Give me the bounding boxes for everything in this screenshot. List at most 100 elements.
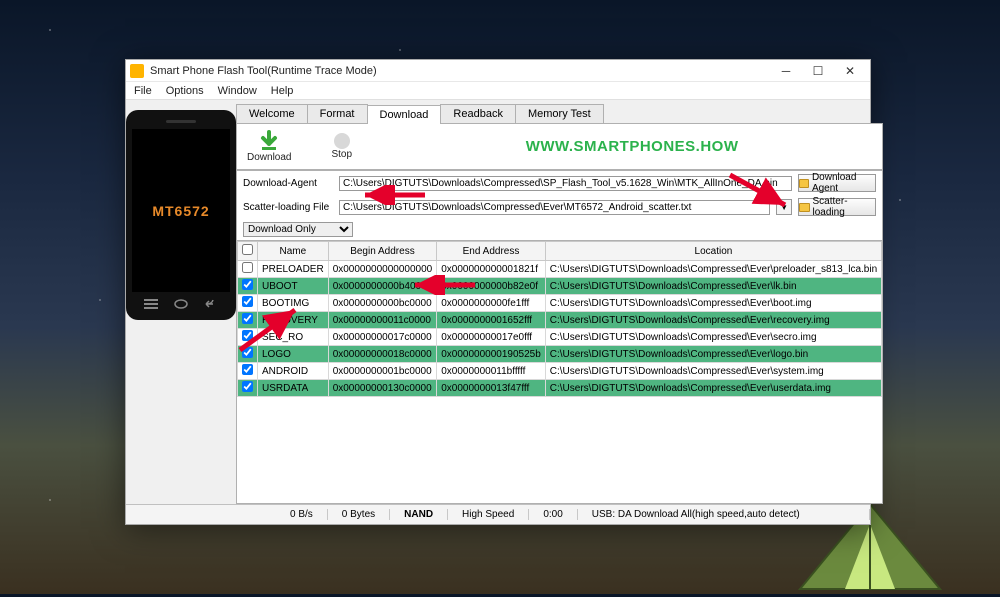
cell-location: C:\Users\DIGTUTS\Downloads\Compressed\Ev… [545,295,881,312]
cell-begin: 0x0000000000000000 [328,261,437,278]
cell-begin: 0x0000000000b40000 [328,278,437,295]
chip-label: MT6572 [132,129,230,292]
cell-name: SEC_RO [258,329,329,346]
cell-end: 0x00000000017e0fff [437,329,546,346]
back-icon [204,298,218,310]
row-checkbox[interactable] [242,296,253,307]
select-all-checkbox[interactable] [242,244,253,255]
tab-memorytest[interactable]: Memory Test [515,104,604,123]
cell-begin: 0x0000000001bc0000 [328,363,437,380]
row-checkbox[interactable] [242,330,253,341]
cell-name: RECOVERY [258,312,329,329]
cell-name: BOOTIMG [258,295,329,312]
row-checkbox[interactable] [242,381,253,392]
toolbar: Download Stop WWW.SMARTPHONES.HOW [236,124,883,170]
table-row[interactable]: PRELOADER0x00000000000000000x00000000000… [238,261,882,278]
close-button[interactable]: ✕ [834,61,866,81]
row-checkbox[interactable] [242,313,253,324]
download-button[interactable]: Download [247,130,291,163]
cell-end: 0x000000000190525b [437,346,546,363]
status-speed: 0 B/s [276,509,328,520]
window-title: Smart Phone Flash Tool(Runtime Trace Mod… [150,65,770,77]
row-checkbox[interactable] [242,279,253,290]
download-agent-button[interactable]: Download Agent [798,174,876,192]
cell-name: ANDROID [258,363,329,380]
table-row[interactable]: LOGO0x00000000018c00000x000000000190525b… [238,346,882,363]
mode-select[interactable]: Download Only [243,222,353,237]
minimize-button[interactable]: ─ [770,61,802,81]
table-row[interactable]: ANDROID0x0000000001bc00000x0000000011bff… [238,363,882,380]
titlebar: Smart Phone Flash Tool(Runtime Trace Mod… [126,60,870,82]
cell-end: 0x0000000000b82e0f [437,278,546,295]
table-row[interactable]: UBOOT0x0000000000b400000x0000000000b82e0… [238,278,882,295]
row-checkbox[interactable] [242,262,253,273]
row-checkbox[interactable] [242,364,253,375]
cell-name: PRELOADER [258,261,329,278]
scatter-dropdown-button[interactable]: ▼ [776,199,792,215]
scatter-row: Scatter-loading File ▼ Scatter-loading [236,195,883,219]
menu-file[interactable]: File [134,85,152,97]
cell-location: C:\Users\DIGTUTS\Downloads\Compressed\Ev… [545,261,881,278]
tab-download[interactable]: Download [367,105,442,124]
stop-button[interactable]: Stop [331,133,352,160]
tab-format[interactable]: Format [307,104,368,123]
statusbar: 0 B/s 0 Bytes NAND High Speed 0:00 USB: … [126,504,870,524]
left-panel: MT6572 [126,100,236,504]
status-mode: High Speed [448,509,529,520]
cell-end: 0x000000000001821f [437,261,546,278]
download-agent-input[interactable] [339,176,792,191]
scatter-label: Scatter-loading File [243,202,333,213]
watermark-text: WWW.SMARTPHONES.HOW [392,138,872,155]
partition-table: Name Begin Address End Address Location … [236,241,883,504]
cell-end: 0x0000000000fe1fff [437,295,546,312]
status-storage: NAND [390,509,448,520]
table-row[interactable]: USRDATA0x00000000130c00000x0000000013f47… [238,380,882,397]
stop-icon [334,133,350,149]
scatter-input[interactable] [339,200,770,215]
cell-location: C:\Users\DIGTUTS\Downloads\Compressed\Ev… [545,278,881,295]
status-time: 0:00 [529,509,577,520]
cell-name: USRDATA [258,380,329,397]
menu-window[interactable]: Window [218,85,257,97]
cell-location: C:\Users\DIGTUTS\Downloads\Compressed\Ev… [545,346,881,363]
home-icon [174,298,188,310]
cell-name: UBOOT [258,278,329,295]
col-location[interactable]: Location [545,242,881,261]
col-begin[interactable]: Begin Address [328,242,437,261]
cell-location: C:\Users\DIGTUTS\Downloads\Compressed\Ev… [545,380,881,397]
maximize-button[interactable]: ☐ [802,61,834,81]
menu-help[interactable]: Help [271,85,294,97]
cell-end: 0x0000000011bfffff [437,363,546,380]
table-row[interactable]: RECOVERY0x00000000011c00000x000000000165… [238,312,882,329]
download-arrow-icon [258,130,280,152]
folder-icon [799,179,809,188]
menubar: File Options Window Help [126,82,870,100]
row-checkbox[interactable] [242,347,253,358]
download-agent-row: Download-Agent Download Agent [236,170,883,195]
status-bytes: 0 Bytes [328,509,390,520]
cell-name: LOGO [258,346,329,363]
scatter-loading-button[interactable]: Scatter-loading [798,198,876,216]
cell-location: C:\Users\DIGTUTS\Downloads\Compressed\Ev… [545,312,881,329]
tab-welcome[interactable]: Welcome [236,104,308,123]
cell-location: C:\Users\DIGTUTS\Downloads\Compressed\Ev… [545,363,881,380]
col-end[interactable]: End Address [437,242,546,261]
cell-begin: 0x00000000130c0000 [328,380,437,397]
cell-end: 0x0000000001652fff [437,312,546,329]
download-agent-label: Download-Agent [243,178,333,189]
menu-icon [144,298,158,310]
cell-end: 0x0000000013f47fff [437,380,546,397]
col-name[interactable]: Name [258,242,329,261]
cell-begin: 0x0000000000bc0000 [328,295,437,312]
table-row[interactable]: BOOTIMG0x0000000000bc00000x0000000000fe1… [238,295,882,312]
app-icon [130,64,144,78]
table-row[interactable]: SEC_RO0x00000000017c00000x00000000017e0f… [238,329,882,346]
tab-readback[interactable]: Readback [440,104,516,123]
mode-row: Download Only [236,219,883,241]
cell-location: C:\Users\DIGTUTS\Downloads\Compressed\Ev… [545,329,881,346]
menu-options[interactable]: Options [166,85,204,97]
phone-graphic: MT6572 [126,110,236,320]
cell-begin: 0x00000000017c0000 [328,329,437,346]
tabstrip: Welcome Format Download Readback Memory … [236,104,883,124]
folder-icon [799,203,809,212]
